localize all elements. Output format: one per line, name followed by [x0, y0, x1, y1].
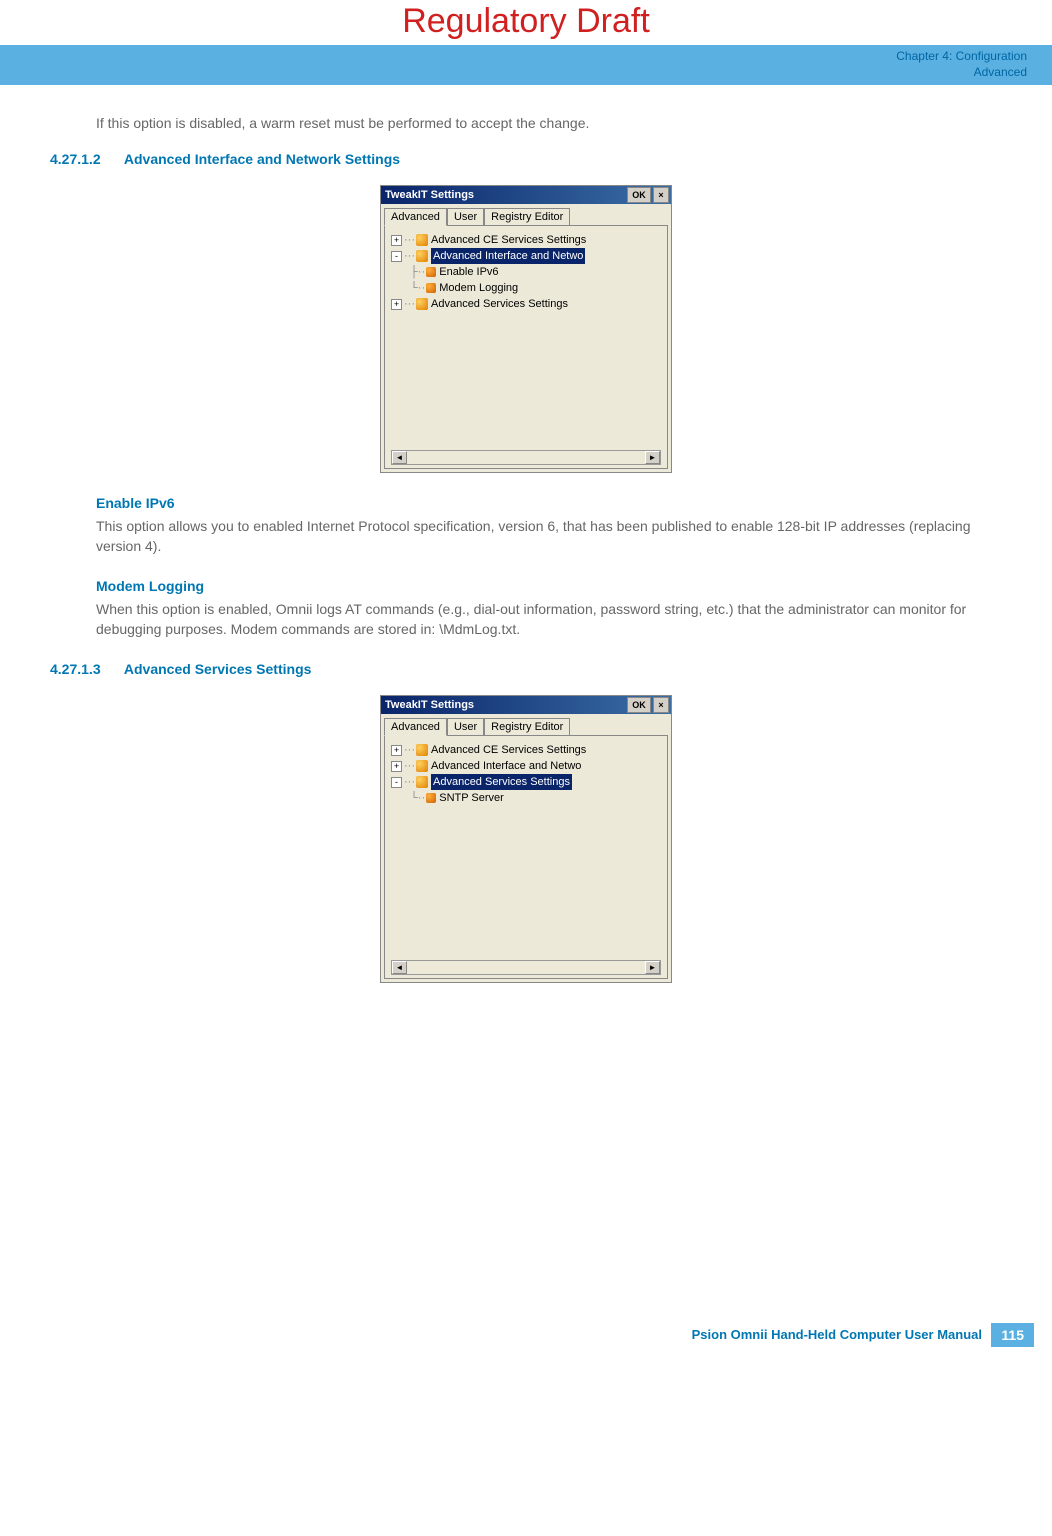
section-heading-2: 4.27.1.3 Advanced Services Settings [50, 661, 1002, 677]
collapse-icon[interactable]: - [391, 251, 402, 262]
folder-icon [416, 250, 428, 262]
tree-node-modem[interactable]: └··Modem Logging [391, 280, 665, 296]
tabs: Advanced User Registry Editor [381, 204, 671, 225]
tree-node-interface[interactable]: -···Advanced Interface and Netwo [391, 248, 665, 264]
header-bar: Chapter 4: Configuration Advanced [0, 45, 1052, 85]
section-number: 4.27.1.3 [50, 661, 120, 677]
window-title: TweakIT Settings [385, 189, 474, 201]
horizontal-scrollbar[interactable]: ◄ ► [391, 450, 661, 465]
screenshot-tweakit-2: TweakIT Settings OK × Advanced User Regi… [380, 695, 672, 983]
watermark: Regulatory Draft [0, 0, 1052, 45]
footer-text: Psion Omnii Hand-Held Computer User Manu… [692, 1327, 982, 1342]
folder-icon [416, 298, 428, 310]
folder-icon [416, 776, 428, 788]
tab-advanced[interactable]: Advanced [384, 208, 447, 226]
header-right: Chapter 4: Configuration Advanced [896, 49, 1027, 80]
tree-node-services[interactable]: -···Advanced Services Settings [391, 774, 665, 790]
tab-user[interactable]: User [447, 718, 484, 736]
sub-heading-ipv6: Enable IPv6 [96, 495, 1002, 511]
main-content: If this option is disabled, a warm reset… [0, 85, 1052, 983]
tree-view[interactable]: +···Advanced CE Services Settings -···Ad… [387, 232, 665, 312]
section-heading-1: 4.27.1.2 Advanced Interface and Network … [50, 151, 1002, 167]
ok-button[interactable]: OK [627, 187, 651, 203]
tree-node-ce[interactable]: +···Advanced CE Services Settings [391, 742, 665, 758]
paragraph-modem: When this option is enabled, Omnii logs … [96, 600, 1002, 639]
tab-registry[interactable]: Registry Editor [484, 208, 570, 226]
folder-icon [416, 744, 428, 756]
tree-selected-label: Advanced Services Settings [431, 774, 572, 790]
tree-node-services[interactable]: +···Advanced Services Settings [391, 296, 665, 312]
section-title: Advanced Interface and Network Settings [124, 151, 400, 167]
window-titlebar: TweakIT Settings OK × [381, 186, 671, 204]
collapse-icon[interactable]: - [391, 777, 402, 788]
chapter-label: Chapter 4: Configuration [896, 49, 1027, 65]
close-button[interactable]: × [653, 187, 669, 203]
window-title: TweakIT Settings [385, 699, 474, 711]
expand-icon[interactable]: + [391, 761, 402, 772]
footer: Psion Omnii Hand-Held Computer User Manu… [0, 1323, 1052, 1353]
close-button[interactable]: × [653, 697, 669, 713]
sub-heading-modem: Modem Logging [96, 578, 1002, 594]
item-icon [426, 793, 436, 803]
tabs: Advanced User Registry Editor [381, 714, 671, 735]
tree-node-ce[interactable]: +···Advanced CE Services Settings [391, 232, 665, 248]
folder-icon [416, 760, 428, 772]
tree-node-interface[interactable]: +···Advanced Interface and Netwo [391, 758, 665, 774]
section-number: 4.27.1.2 [50, 151, 120, 167]
tree-node-sntp[interactable]: └··SNTP Server [391, 790, 665, 806]
tree-node-ipv6[interactable]: ├··Enable IPv6 [391, 264, 665, 280]
folder-icon [416, 234, 428, 246]
scroll-right-icon[interactable]: ► [645, 961, 660, 974]
page-number: 115 [991, 1323, 1034, 1347]
scroll-left-icon[interactable]: ◄ [392, 451, 407, 464]
paragraph-ipv6: This option allows you to enabled Intern… [96, 517, 1002, 556]
tree-view[interactable]: +···Advanced CE Services Settings +···Ad… [387, 742, 665, 806]
tab-registry[interactable]: Registry Editor [484, 718, 570, 736]
section-label: Advanced [896, 65, 1027, 81]
window-titlebar: TweakIT Settings OK × [381, 696, 671, 714]
tree-selected-label: Advanced Interface and Netwo [431, 248, 585, 264]
tab-user[interactable]: User [447, 208, 484, 226]
tab-panel: +···Advanced CE Services Settings +···Ad… [384, 735, 668, 979]
expand-icon[interactable]: + [391, 745, 402, 756]
scroll-right-icon[interactable]: ► [645, 451, 660, 464]
tab-panel: +···Advanced CE Services Settings -···Ad… [384, 225, 668, 469]
section-title: Advanced Services Settings [124, 661, 312, 677]
expand-icon[interactable]: + [391, 235, 402, 246]
tab-advanced[interactable]: Advanced [384, 718, 447, 736]
item-icon [426, 283, 436, 293]
item-icon [426, 267, 436, 277]
intro-paragraph: If this option is disabled, a warm reset… [96, 115, 1002, 131]
ok-button[interactable]: OK [627, 697, 651, 713]
scroll-left-icon[interactable]: ◄ [392, 961, 407, 974]
expand-icon[interactable]: + [391, 299, 402, 310]
screenshot-tweakit-1: TweakIT Settings OK × Advanced User Regi… [380, 185, 672, 473]
horizontal-scrollbar[interactable]: ◄ ► [391, 960, 661, 975]
